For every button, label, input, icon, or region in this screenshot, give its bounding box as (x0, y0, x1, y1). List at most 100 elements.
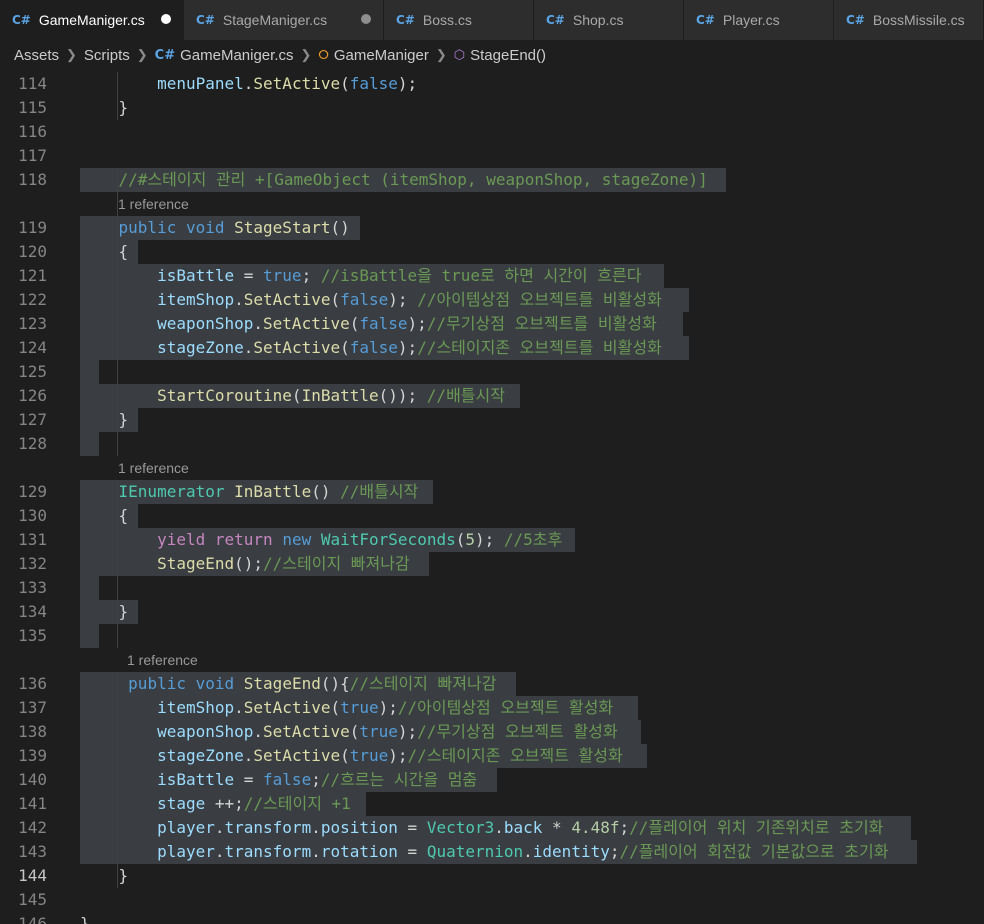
code-line[interactable]: 132 StageEnd();//스테이지 빠져나감 (0, 552, 984, 576)
code-line[interactable]: 136 public void StageEnd(){//스테이지 빠져나감 (0, 672, 984, 696)
unsaved-dot-icon[interactable] (361, 14, 371, 24)
code-text: yield return new WaitForSeconds(5); //5초… (157, 530, 563, 549)
code-line[interactable]: 127 } (0, 408, 984, 432)
editor-tab-bar: C# GameManiger.cs C# StageManiger.cs C# … (0, 0, 984, 40)
code-line[interactable]: 134 } (0, 600, 984, 624)
line-number: 129 (18, 482, 47, 501)
code-line[interactable]: 142 player.transform.position = Vector3.… (0, 816, 984, 840)
tab-shop[interactable]: C# Shop.cs (534, 0, 684, 40)
code-text: IEnumerator InBattle() //배틀시작 (118, 482, 419, 501)
breadcrumb-item-scripts[interactable]: Scripts (84, 47, 130, 64)
code-line[interactable]: 124 stageZone.SetActive(false);//스테이지존 오… (0, 336, 984, 360)
code-line[interactable]: 135 (0, 624, 984, 648)
tab-label: Player.cs (722, 12, 780, 28)
tab-bossmissile[interactable]: C# BossMissile.cs (834, 0, 984, 40)
chevron-right-icon: ❯ (435, 47, 447, 62)
code-line[interactable]: 120 { (0, 240, 984, 264)
code-text: player.transform.rotation = Quaternion.i… (157, 842, 889, 861)
code-text: StartCoroutine(InBattle()); //배틀시작 (157, 386, 505, 405)
code-text: itemShop.SetActive(true);//아이템상점 오브젝트 활성… (157, 698, 614, 717)
code-text: weaponShop.SetActive(false);//무기상점 오브젝트를… (157, 314, 657, 333)
csharp-file-icon: C# (846, 13, 865, 27)
code-line[interactable]: 146} (0, 912, 984, 924)
line-number: 124 (18, 338, 47, 357)
code-line[interactable]: 119 public void StageStart() (0, 216, 984, 240)
breadcrumb-item-assets[interactable]: Assets (14, 47, 59, 64)
line-number: 115 (18, 98, 47, 117)
code-editor[interactable]: 114 menuPanel.SetActive(false); 115 } 116 1… (0, 70, 984, 924)
code-line[interactable]: 137 itemShop.SetActive(true);//아이템상점 오브젝… (0, 696, 984, 720)
breadcrumb-item-method[interactable]: StageEnd() (470, 47, 546, 64)
code-line[interactable]: 122 itemShop.SetActive(false); //아이템상점 오… (0, 288, 984, 312)
code-line[interactable]: 144 } (0, 864, 984, 888)
code-line[interactable]: 129 IEnumerator InBattle() //배틀시작 (0, 480, 984, 504)
chevron-right-icon: ❯ (300, 47, 312, 62)
line-number: 130 (18, 506, 47, 525)
tab-stagemaniger[interactable]: C# StageManiger.cs (184, 0, 384, 40)
line-number: 136 (18, 674, 47, 693)
breadcrumb-item-file[interactable]: GameManiger.cs (180, 47, 293, 64)
line-number: 134 (18, 602, 47, 621)
codelens-reference-link[interactable]: 1 reference (118, 456, 189, 480)
code-text: } (80, 98, 129, 117)
chevron-right-icon: ❯ (66, 47, 77, 62)
code-line[interactable]: 128 (0, 432, 984, 456)
line-number: 125 (18, 362, 47, 381)
code-text: stageZone.SetActive(false);//스테이지존 오브젝트를… (157, 338, 662, 357)
code-line[interactable]: 118 //#스테이지 관리 +[GameObject (itemShop, w… (0, 168, 984, 192)
tab-label: StageManiger.cs (222, 12, 328, 28)
code-line[interactable]: 116 (0, 120, 984, 144)
code-line[interactable]: 126 StartCoroutine(InBattle()); //배틀시작 (0, 384, 984, 408)
line-number: 122 (18, 290, 47, 309)
csharp-file-icon: C# (12, 13, 31, 27)
code-text: { (80, 242, 129, 261)
code-line[interactable]: 130 { (0, 504, 984, 528)
chevron-right-icon: ❯ (136, 47, 148, 62)
code-text: player.transform.position = Vector3.back… (157, 818, 884, 837)
code-line[interactable]: 138 weaponShop.SetActive(true);//무기상점 오브… (0, 720, 984, 744)
codelens-reference-link[interactable]: 1 reference (118, 192, 189, 216)
codelens-reference-link[interactable]: 1 reference (127, 648, 198, 672)
code-text: public void StageEnd(){//스테이지 빠져나감 (128, 674, 497, 693)
tab-gamemaniger[interactable]: C# GameManiger.cs (0, 0, 184, 40)
code-line[interactable]: 140 isBattle = false;//흐르는 시간을 멈춤 (0, 768, 984, 792)
code-text: itemShop.SetActive(false); //아이템상점 오브젝트를… (157, 290, 662, 309)
code-text: } (80, 866, 129, 885)
line-number: 118 (18, 170, 47, 189)
csharp-file-icon: C# (154, 47, 176, 63)
csharp-file-icon: C# (396, 13, 415, 27)
code-text: isBattle = true; //isBattle을 true로 하면 시간… (157, 266, 642, 285)
line-number: 127 (18, 410, 47, 429)
code-line[interactable]: 133 (0, 576, 984, 600)
code-text: stageZone.SetActive(true);//스테이지존 오브젝트 활… (157, 746, 623, 765)
tab-boss[interactable]: C# Boss.cs (384, 0, 534, 40)
tab-label: BossMissile.cs (872, 12, 965, 28)
csharp-file-icon: C# (546, 13, 565, 27)
csharp-file-icon: C# (196, 13, 215, 27)
code-line[interactable]: 125 (0, 360, 984, 384)
line-number: 126 (18, 386, 47, 405)
code-line[interactable]: 145 (0, 888, 984, 912)
tab-player[interactable]: C# Player.cs (684, 0, 834, 40)
breadcrumb-item-class[interactable]: GameManiger (334, 47, 429, 64)
code-line[interactable]: 131 yield return new WaitForSeconds(5); … (0, 528, 984, 552)
code-line[interactable]: 121 isBattle = true; //isBattle을 true로 하… (0, 264, 984, 288)
code-line[interactable]: 114 menuPanel.SetActive(false); (0, 72, 984, 96)
code-line[interactable]: 139 stageZone.SetActive(true);//스테이지존 오브… (0, 744, 984, 768)
code-text: menuPanel.SetActive(false); (157, 74, 418, 93)
breadcrumb: Assets ❯ Scripts ❯ C# GameManiger.cs ❯ ⭘… (0, 40, 984, 70)
code-line[interactable]: 117 (0, 144, 984, 168)
code-line[interactable]: 115 } (0, 96, 984, 120)
code-text: } (80, 914, 90, 924)
code-text: isBattle = false;//흐르는 시간을 멈춤 (157, 770, 478, 789)
line-number: 131 (18, 530, 47, 549)
line-number: 141 (18, 794, 47, 813)
code-line[interactable]: 141 stage ++;//스테이지 +1 (0, 792, 984, 816)
line-number: 143 (18, 842, 47, 861)
tab-label: Shop.cs (572, 12, 624, 28)
code-text: { (80, 506, 129, 525)
line-number: 146 (18, 914, 47, 924)
code-line[interactable]: 123 weaponShop.SetActive(false);//무기상점 오… (0, 312, 984, 336)
unsaved-dot-icon[interactable] (161, 14, 171, 24)
code-line[interactable]: 143 player.transform.rotation = Quaterni… (0, 840, 984, 864)
